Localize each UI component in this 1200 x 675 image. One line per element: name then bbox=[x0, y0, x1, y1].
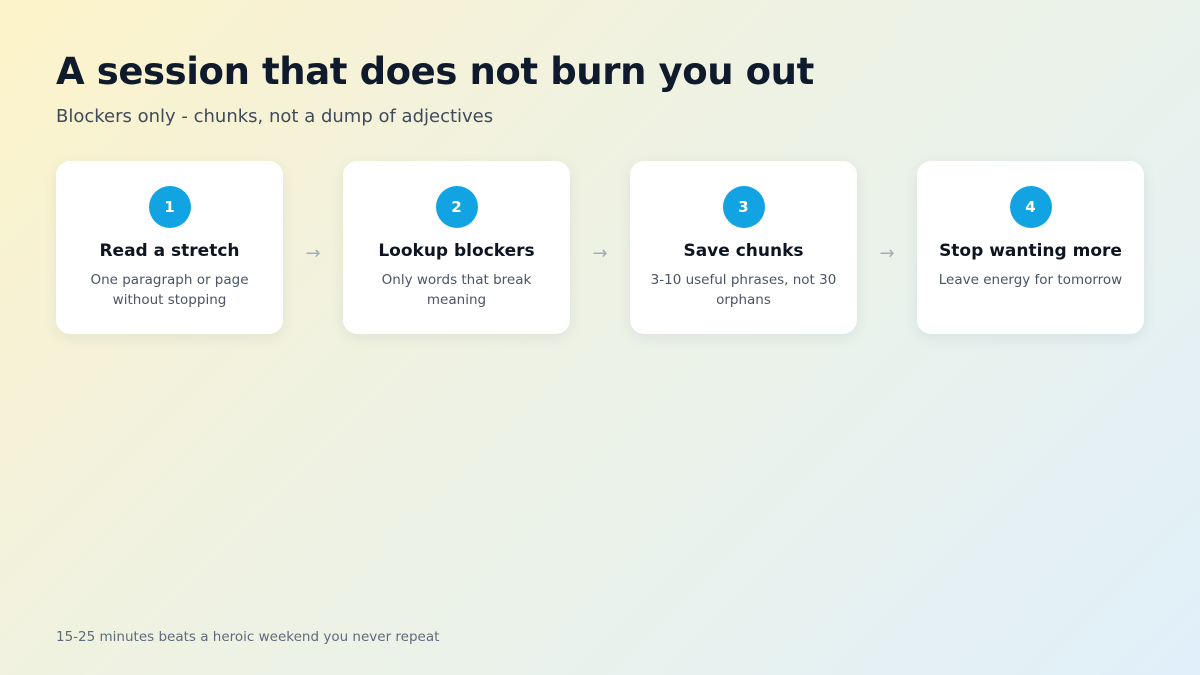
step-title: Lookup blockers bbox=[378, 241, 535, 261]
step-title: Read a stretch bbox=[99, 241, 240, 261]
arrow-right-icon: → bbox=[592, 243, 608, 264]
arrow-right-icon: → bbox=[305, 243, 321, 264]
step-card-2: 2 Lookup blockers Only words that break … bbox=[343, 161, 570, 334]
step-number-badge: 2 bbox=[435, 186, 478, 228]
step-description: Only words that break meaning bbox=[381, 272, 532, 308]
page-subtitle: Blockers only - chunks, not a dump of ad… bbox=[56, 106, 494, 127]
step-number-badge: 4 bbox=[1009, 186, 1052, 228]
step-card-4: 4 Stop wanting more Leave energy for tom… bbox=[917, 161, 1144, 334]
page-title: A session that does not burn you out bbox=[56, 50, 814, 93]
steps-flow: 1 Read a stretch One paragraph or page w… bbox=[56, 161, 1144, 334]
step-card-1: 1 Read a stretch One paragraph or page w… bbox=[56, 161, 283, 334]
step-number-badge: 3 bbox=[722, 186, 765, 228]
arrow-right-icon: → bbox=[879, 243, 895, 264]
step-description: 3-10 useful phrases, not 30 orphans bbox=[650, 272, 837, 308]
step-title: Save chunks bbox=[683, 241, 804, 261]
step-card-3: 3 Save chunks 3-10 useful phrases, not 3… bbox=[630, 161, 857, 334]
step-title: Stop wanting more bbox=[939, 241, 1122, 261]
step-number-badge: 1 bbox=[148, 186, 191, 228]
footer-note: 15-25 minutes beats a heroic weekend you… bbox=[56, 629, 440, 645]
step-description: One paragraph or page without stopping bbox=[90, 272, 249, 308]
step-description: Leave energy for tomorrow bbox=[938, 272, 1123, 288]
